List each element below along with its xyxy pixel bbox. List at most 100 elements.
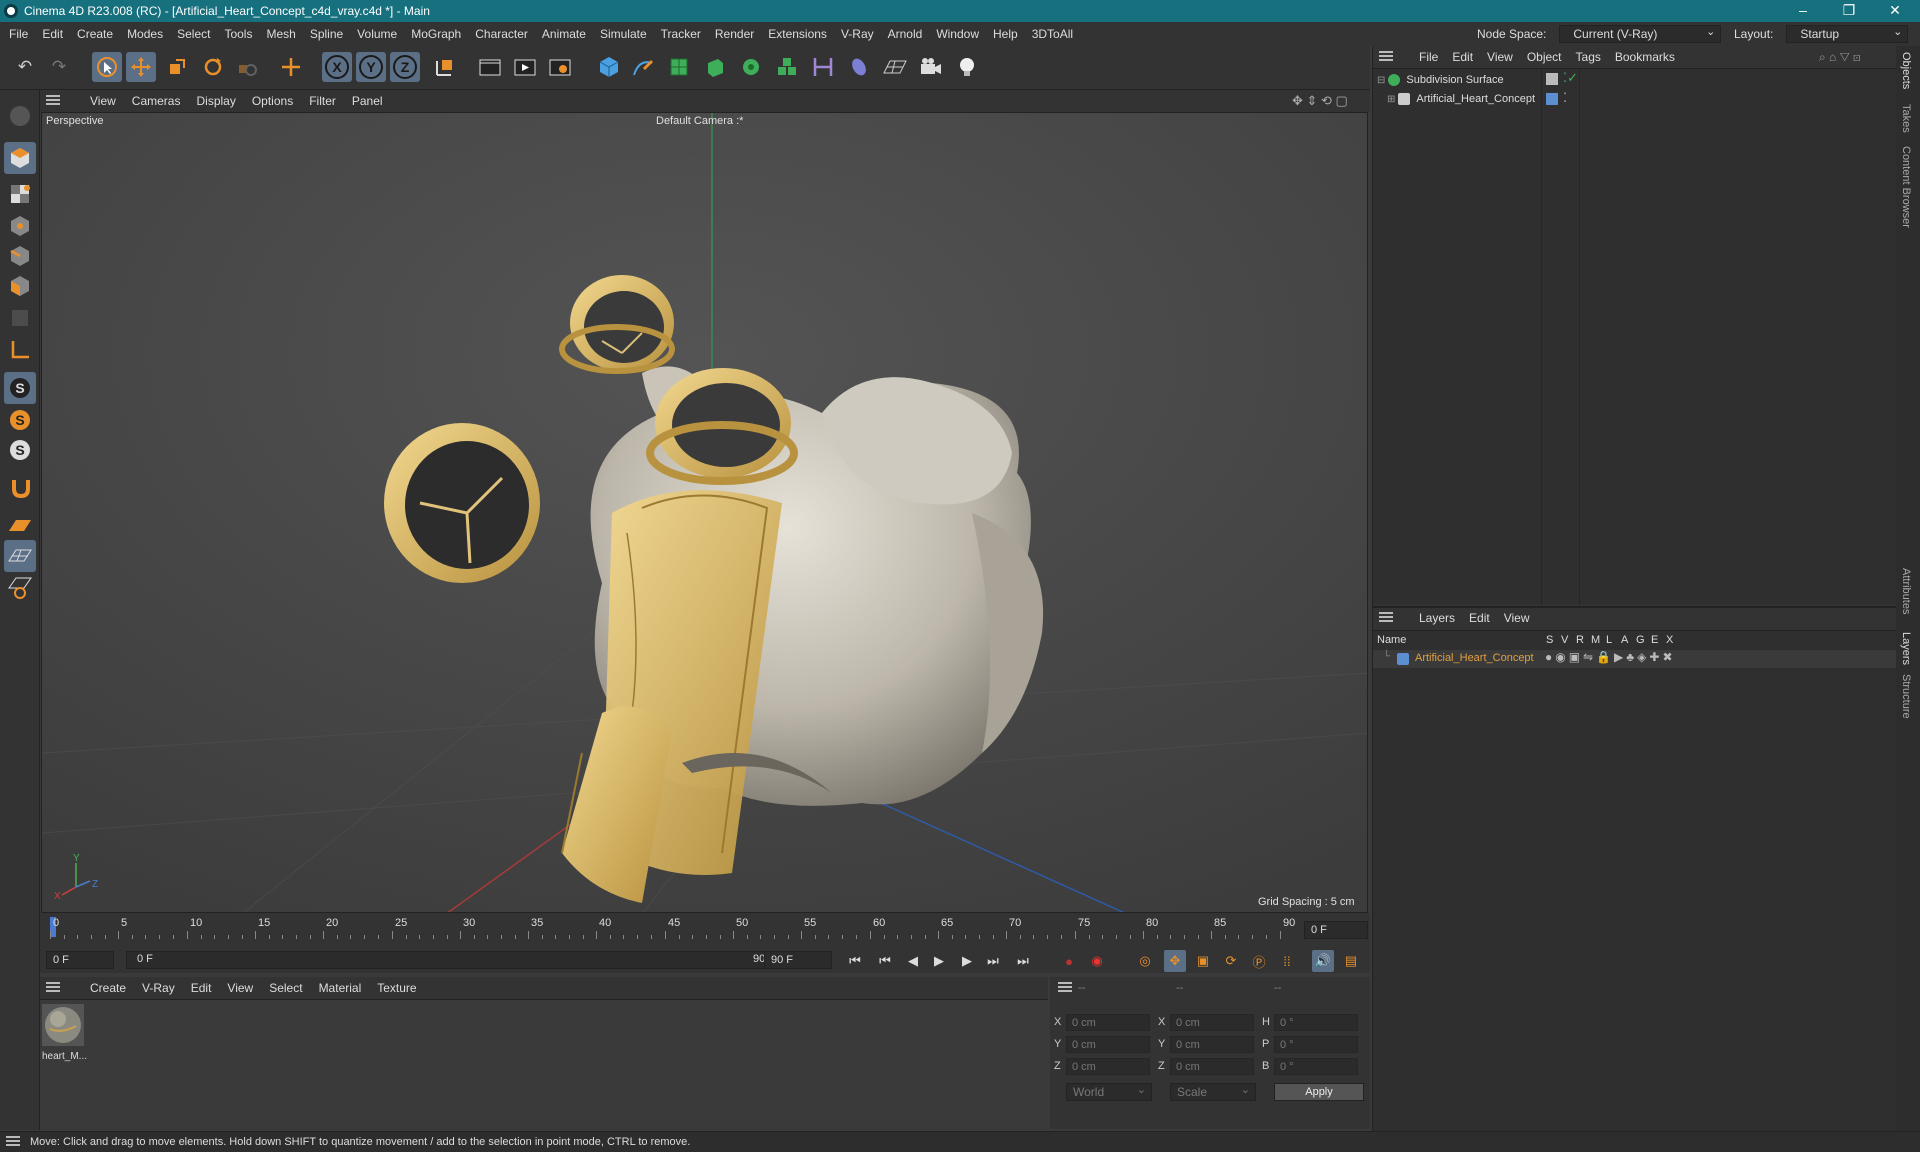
viewport-camera[interactable]: Default Camera :* — [656, 115, 743, 127]
layers-menu-layers[interactable]: Layers — [1419, 611, 1455, 625]
texture-mode-icon[interactable] — [4, 178, 36, 210]
material-menu-material[interactable]: Material — [319, 981, 362, 995]
model-mode-icon[interactable] — [4, 142, 36, 174]
layer-color-icon[interactable] — [1546, 93, 1558, 105]
undo-icon[interactable]: ↶ — [10, 52, 40, 82]
node-space-dropdown[interactable]: Current (V-Ray) — [1559, 25, 1722, 43]
material-swatch[interactable]: heart_M... — [42, 1004, 87, 1062]
apply-button[interactable]: Apply — [1274, 1083, 1364, 1101]
redo-icon[interactable]: ↷ — [44, 52, 74, 82]
viewport-menu-filter[interactable]: Filter — [309, 94, 336, 108]
viewport-navigation-icons[interactable]: ✥ ⇕ ⟲ ▢ — [1292, 93, 1348, 109]
objects-search-icon[interactable]: ⌕ ⌂ ▽ ⊡ — [1819, 50, 1861, 65]
visibility-dots-icon[interactable]: ⁚ — [1563, 90, 1567, 106]
menu-3dtoall[interactable]: 3DToAll — [1025, 27, 1080, 41]
layers-hamburger-icon[interactable] — [1379, 611, 1407, 625]
objects-menu-view[interactable]: View — [1487, 50, 1513, 64]
size-y-field[interactable]: 0 cm — [1170, 1036, 1254, 1053]
cube-object-icon[interactable] — [594, 52, 624, 82]
position-y-field[interactable]: 0 cm — [1066, 1036, 1150, 1053]
rotation-b-field[interactable]: 0 ° — [1274, 1058, 1358, 1075]
size-x-field[interactable]: 0 cm — [1170, 1014, 1254, 1031]
key-parameter-icon[interactable]: Ⓟ — [1248, 950, 1270, 972]
frame-ruler[interactable]: 0 5 10 15 20 25 30 35 40 45 50 55 60 65 70 75 80 85 90 — [50, 917, 1300, 941]
move-tool-icon[interactable] — [126, 52, 156, 82]
go-to-end-icon[interactable]: ⏭ — [1012, 950, 1034, 972]
pen-spline-icon[interactable] — [628, 52, 658, 82]
viewport-menu-panel[interactable]: Panel — [352, 94, 383, 108]
menu-create[interactable]: Create — [70, 27, 120, 41]
next-key-icon[interactable]: ⏭ — [982, 950, 1004, 972]
minimize-button[interactable]: – — [1780, 0, 1826, 22]
menu-help[interactable]: Help — [986, 27, 1025, 41]
play-icon[interactable]: ▶ — [928, 950, 950, 972]
make-editable-icon[interactable] — [4, 100, 36, 132]
menu-tools[interactable]: Tools — [217, 27, 259, 41]
start-frame-field[interactable]: 0 F — [46, 951, 114, 969]
objects-menu-edit[interactable]: Edit — [1452, 50, 1473, 64]
menu-edit[interactable]: Edit — [35, 27, 70, 41]
side-tab-attributes[interactable]: Attributes — [1900, 568, 1912, 614]
menu-render[interactable]: Render — [708, 27, 761, 41]
record-keys-icon[interactable]: ● — [1058, 950, 1080, 972]
camera-icon[interactable] — [916, 52, 946, 82]
enabled-check-icon[interactable]: ⁚✓ — [1563, 70, 1578, 86]
light-bulb-icon[interactable] — [952, 52, 982, 82]
z-axis-lock-button[interactable]: Z — [390, 52, 420, 82]
next-frame-icon[interactable]: ▶ — [956, 950, 978, 972]
close-button[interactable]: ✕ — [1872, 0, 1918, 22]
material-menu-edit[interactable]: Edit — [191, 981, 212, 995]
subdivision-surface-icon[interactable] — [664, 52, 694, 82]
menu-simulate[interactable]: Simulate — [593, 27, 654, 41]
layer-toggle-icons[interactable]: ●◉▣⇋🔒▶♣◈✚✖ — [1545, 650, 1676, 664]
rotation-h-field[interactable]: 0 ° — [1274, 1014, 1358, 1031]
viewport-menu-cameras[interactable]: Cameras — [132, 94, 181, 108]
viewport-hamburger-icon[interactable] — [46, 94, 76, 108]
menu-animate[interactable]: Animate — [535, 27, 593, 41]
workplane-icon[interactable] — [4, 510, 36, 542]
key-pla-icon[interactable]: ⁞⁞ — [1276, 950, 1298, 972]
render-picture-viewer-icon[interactable] — [510, 52, 540, 82]
material-menu-create[interactable]: Create — [90, 981, 126, 995]
axis-mode-icon[interactable] — [4, 334, 36, 366]
workplane-grid-icon[interactable] — [4, 540, 36, 572]
timeline-ruler[interactable]: 0 5 10 15 20 25 30 35 40 45 50 55 60 65 70 75 80 85 90 0 F — [40, 913, 1370, 947]
viewport-menu-options[interactable]: Options — [252, 94, 293, 108]
menu-mograph[interactable]: MoGraph — [404, 27, 468, 41]
side-tab-content-browser[interactable]: Content Browser — [1900, 146, 1912, 228]
material-menu-texture[interactable]: Texture — [377, 981, 416, 995]
current-frame-field[interactable]: 0 F — [1304, 921, 1368, 939]
deformer-icon[interactable] — [808, 52, 838, 82]
timeline-window-icon[interactable]: ▤ — [1340, 950, 1362, 972]
locked-workplane-icon[interactable] — [4, 572, 36, 604]
objects-menu-object[interactable]: Object — [1527, 50, 1562, 64]
render-view-icon[interactable] — [475, 52, 505, 82]
recent-tool-icon[interactable] — [232, 52, 262, 82]
layer-name[interactable]: Artificial_Heart_Concept — [1415, 652, 1534, 664]
menu-character[interactable]: Character — [468, 27, 535, 41]
end-frame-field[interactable]: 90 F — [764, 951, 832, 969]
menu-window[interactable]: Window — [929, 27, 986, 41]
snap-icon[interactable]: S — [4, 372, 36, 404]
menu-vray[interactable]: V-Ray — [834, 27, 881, 41]
layer-row[interactable]: └ Artificial_Heart_Concept ●◉▣⇋🔒▶♣◈✚✖ — [1373, 650, 1897, 668]
solo-mode-icon[interactable]: S — [4, 434, 36, 466]
size-mode-dropdown[interactable]: Scale — [1170, 1083, 1256, 1101]
field-object-icon[interactable] — [844, 52, 874, 82]
menu-spline[interactable]: Spline — [303, 27, 350, 41]
material-hamburger-icon[interactable] — [46, 981, 76, 995]
frame-range-slider[interactable]: 0 F 90 F — [126, 951, 786, 969]
sound-icon[interactable]: 🔊 — [1312, 950, 1334, 972]
scale-tool-icon[interactable] — [162, 52, 192, 82]
position-x-field[interactable]: 0 cm — [1066, 1014, 1150, 1031]
material-menu-view[interactable]: View — [227, 981, 253, 995]
viewport-menu-view[interactable]: View — [90, 94, 116, 108]
side-tab-objects[interactable]: Objects — [1900, 52, 1912, 89]
layers-menu-view[interactable]: View — [1504, 611, 1530, 625]
material-menu-vray[interactable]: V-Ray — [142, 981, 175, 995]
object-row-heart[interactable]: ⊞ Artificial_Heart_Concept — [1387, 91, 1535, 107]
mograph-cubes-icon[interactable] — [772, 52, 802, 82]
transform-tool-icon[interactable] — [276, 52, 306, 82]
polygons-mode-icon[interactable] — [4, 270, 36, 302]
render-settings-icon[interactable] — [545, 52, 575, 82]
